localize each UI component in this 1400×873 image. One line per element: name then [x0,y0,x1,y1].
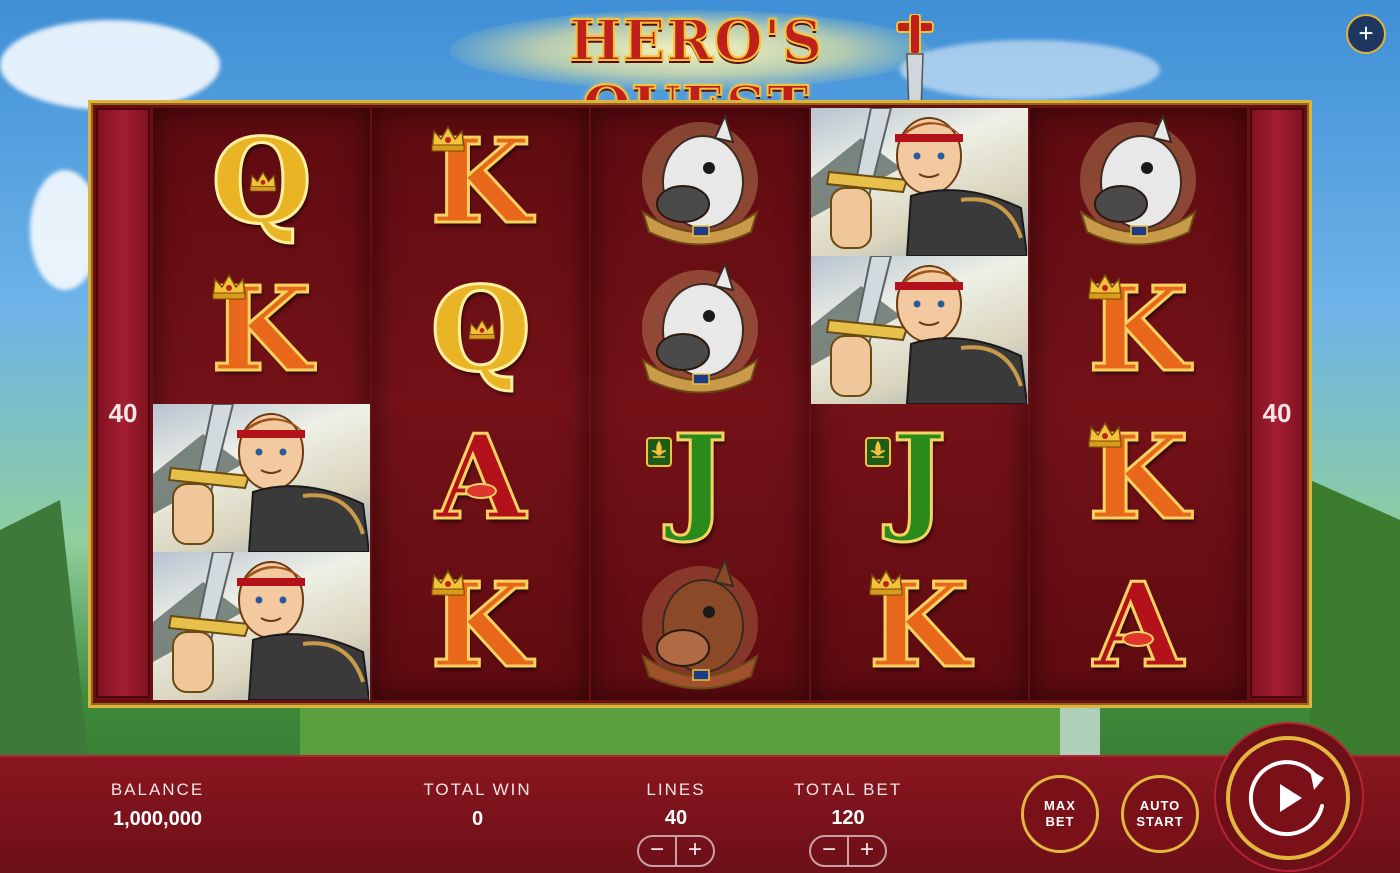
card-symbol-k: K [153,256,370,404]
hero-symbol-art [153,552,371,700]
horse-symbol [591,108,808,256]
card-symbol-j: J [811,404,1028,552]
letter-symbol: K [1078,413,1198,543]
hero-symbol-art [810,256,1028,404]
hero-symbol [153,404,371,552]
bet-increase-button[interactable]: + [849,837,885,865]
letter-symbol: K [1078,265,1198,395]
card-symbol-q: Q [153,108,370,256]
reel-4: JK [810,108,1028,700]
horse-symbol-art [641,261,759,394]
crown-icon [467,317,497,340]
crown-icon [210,271,248,301]
card-symbol-a: A [372,404,589,552]
card-symbol-q: Q [372,256,589,404]
symbol-letter: A [434,410,527,546]
card-symbol-k: K [1030,256,1247,404]
horse-symbol-art [1079,113,1198,246]
reel-2: KQAK [372,108,590,700]
lips-icon [464,483,497,499]
total-bet-label: TOTAL BET [793,780,903,799]
letter-symbol: Q [421,265,541,395]
total-bet-value: 120 [831,807,865,829]
boar-symbol [591,552,808,700]
horse-symbol [1030,108,1247,256]
lines-increase-button[interactable]: + [677,837,713,865]
crown-icon [429,123,467,153]
cloud [0,20,220,110]
max-bet-button[interactable]: MAX BET [1021,775,1099,853]
card-symbol-k: K [811,552,1028,700]
card-symbol-a: A [1030,552,1247,700]
auto-start-label-line1: AUTO [1139,798,1181,813]
reel-grid: QKKQAKJJKKKA [153,108,1248,700]
horse-symbol-art [641,113,759,246]
hero-symbol-art [153,404,371,552]
spin-button-housing [1214,722,1364,872]
letter-symbol: Q [202,117,322,247]
reel-5: KKA [1029,108,1248,700]
lines-value: 40 [664,807,688,829]
crown-icon [867,567,905,597]
letter-symbol: K [202,265,322,395]
reel-3: J [591,108,809,700]
line-count-right-value: 40 [1262,398,1292,428]
symbol-letter: J [890,410,948,546]
balance-label: BALANCE [110,780,205,799]
letter-symbol: K [421,561,541,691]
lines-decrease-button[interactable]: − [639,837,677,865]
lines-stepper: − + [637,835,715,867]
crown-icon [1086,271,1124,301]
hero-symbol [810,108,1028,256]
total-win-value: 0 [471,808,484,830]
reel-1: QK [153,108,371,700]
total-win-label: TOTAL WIN [423,780,532,799]
crown-icon [1086,419,1124,449]
crown-icon [429,567,467,597]
letter-symbol: A [1078,561,1198,691]
hero-symbol [153,552,371,700]
auto-start-button[interactable]: AUTO START [1121,775,1199,853]
letter-symbol: J [859,413,979,543]
lines-label: LINES [646,780,706,799]
card-symbol-j: J [591,404,808,552]
fleur-de-lis-icon [865,437,892,467]
line-count-left-value: 40 [108,398,138,428]
symbol-letter: A [1092,558,1185,694]
horse-symbol [591,256,808,404]
boar-symbol-art [641,557,759,690]
line-count-left: 40 [96,108,150,698]
max-bet-label-line1: MAX [1044,798,1076,813]
fleur-de-lis-icon [646,437,672,467]
spin-icon [1248,760,1324,837]
balance-value: 1,000,000 [113,808,202,830]
letter-symbol: J [640,413,760,543]
auto-start-label-line2: START [1136,814,1184,829]
card-symbol-k: K [1030,404,1247,552]
line-count-right: 40 [1250,108,1304,698]
letter-symbol: K [421,117,541,247]
symbol-letter: J [671,410,729,546]
card-symbol-k: K [372,552,589,700]
letter-symbol: A [421,413,541,543]
crown-icon [248,169,278,192]
total-bet-stepper: − + [809,835,887,867]
letter-symbol: K [859,561,979,691]
hero-symbol-art [810,108,1028,256]
menu-plus-button[interactable]: + [1346,14,1386,54]
card-symbol-k: K [372,108,589,256]
spin-button[interactable] [1226,736,1350,860]
game-logo: HERO'S QUEST [440,0,960,141]
hero-symbol [810,256,1028,404]
bet-decrease-button[interactable]: − [811,837,849,865]
max-bet-label-line2: BET [1045,814,1075,829]
